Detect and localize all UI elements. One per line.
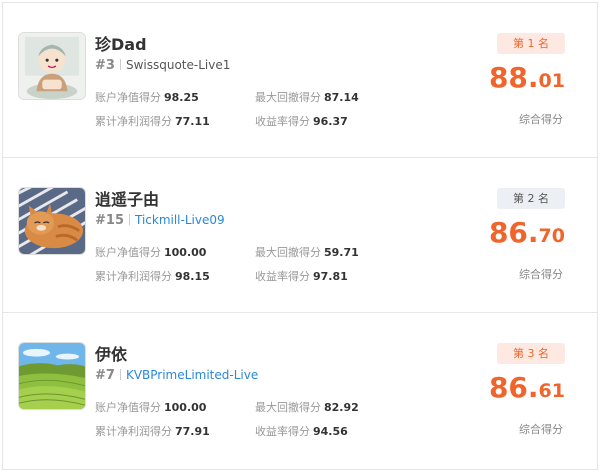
trader-name[interactable]: 珍Dad [95,31,147,55]
broker-account: Swissquote-Live1 [125,58,231,72]
equity-score: 账户净值得分 100.00 [95,401,207,414]
broker-account: KVBPrimeLimited-Live [125,368,259,382]
composite-score-label: 综合得分 [519,423,563,436]
trader-id-line: #7 KVBPrimeLimited-Live [95,368,258,383]
drawdown-score: 最大回撤得分 59.71 [255,246,359,259]
divider [128,214,130,225]
drawdown-score: 最大回撤得分 82.92 [255,401,359,414]
landscape-photo-icon[interactable] [18,342,86,410]
trader-name[interactable]: 逍遥子由 [95,186,159,210]
composite-score: 86.70 [488,216,565,249]
trader-rank-number: #3 [95,58,115,73]
trader-rank-number: #15 [95,213,124,228]
composite-score-label: 综合得分 [519,268,563,281]
trader-rank-number: #7 [95,368,115,383]
yield-score: 收益率得分 97.81 [255,270,348,283]
yield-score: 收益率得分 94.56 [255,425,348,438]
profit-score: 累计净利润得分 77.11 [95,115,210,128]
divider [119,59,121,70]
equity-score: 账户净值得分 100.00 [95,246,207,259]
profit-score: 累计净利润得分 77.91 [95,425,210,438]
broker-account: Tickmill-Live09 [134,213,225,227]
rank-badge: 第 3 名 [497,343,565,364]
ranking-card[interactable]: 伊依 #7 KVBPrimeLimited-Live 账户净值得分 100.00 最… [3,313,597,468]
equity-score: 账户净值得分 98.25 [95,91,199,104]
rank-badge: 第 1 名 [497,33,565,54]
profit-score: 累计净利润得分 98.15 [95,270,210,283]
composite-score-label: 综合得分 [519,113,563,126]
trader-id-line: #15 Tickmill-Live09 [95,213,225,228]
trader-id-line: #3 Swissquote-Live1 [95,58,230,73]
divider [119,369,121,380]
ranking-card[interactable]: 逍遥子由 #15 Tickmill-Live09 账户净值得分 100.00 最大回… [3,158,597,313]
ranking-card[interactable]: 珍Dad #3 Swissquote-Live1 账户净值得分 98.25 最大回撤… [3,3,597,158]
cat-photo-icon[interactable] [18,187,86,255]
yield-score: 收益率得分 96.37 [255,115,348,128]
rank-badge: 第 2 名 [497,188,565,209]
composite-score: 86.61 [488,371,565,404]
drawdown-score: 最大回撤得分 87.14 [255,91,359,104]
trader-name[interactable]: 伊依 [95,341,127,365]
composite-score: 88.01 [488,61,565,94]
cartoon-avatar-icon[interactable] [18,32,86,100]
ranking-list: 珍Dad #3 Swissquote-Live1 账户净值得分 98.25 最大回撤… [2,2,598,470]
